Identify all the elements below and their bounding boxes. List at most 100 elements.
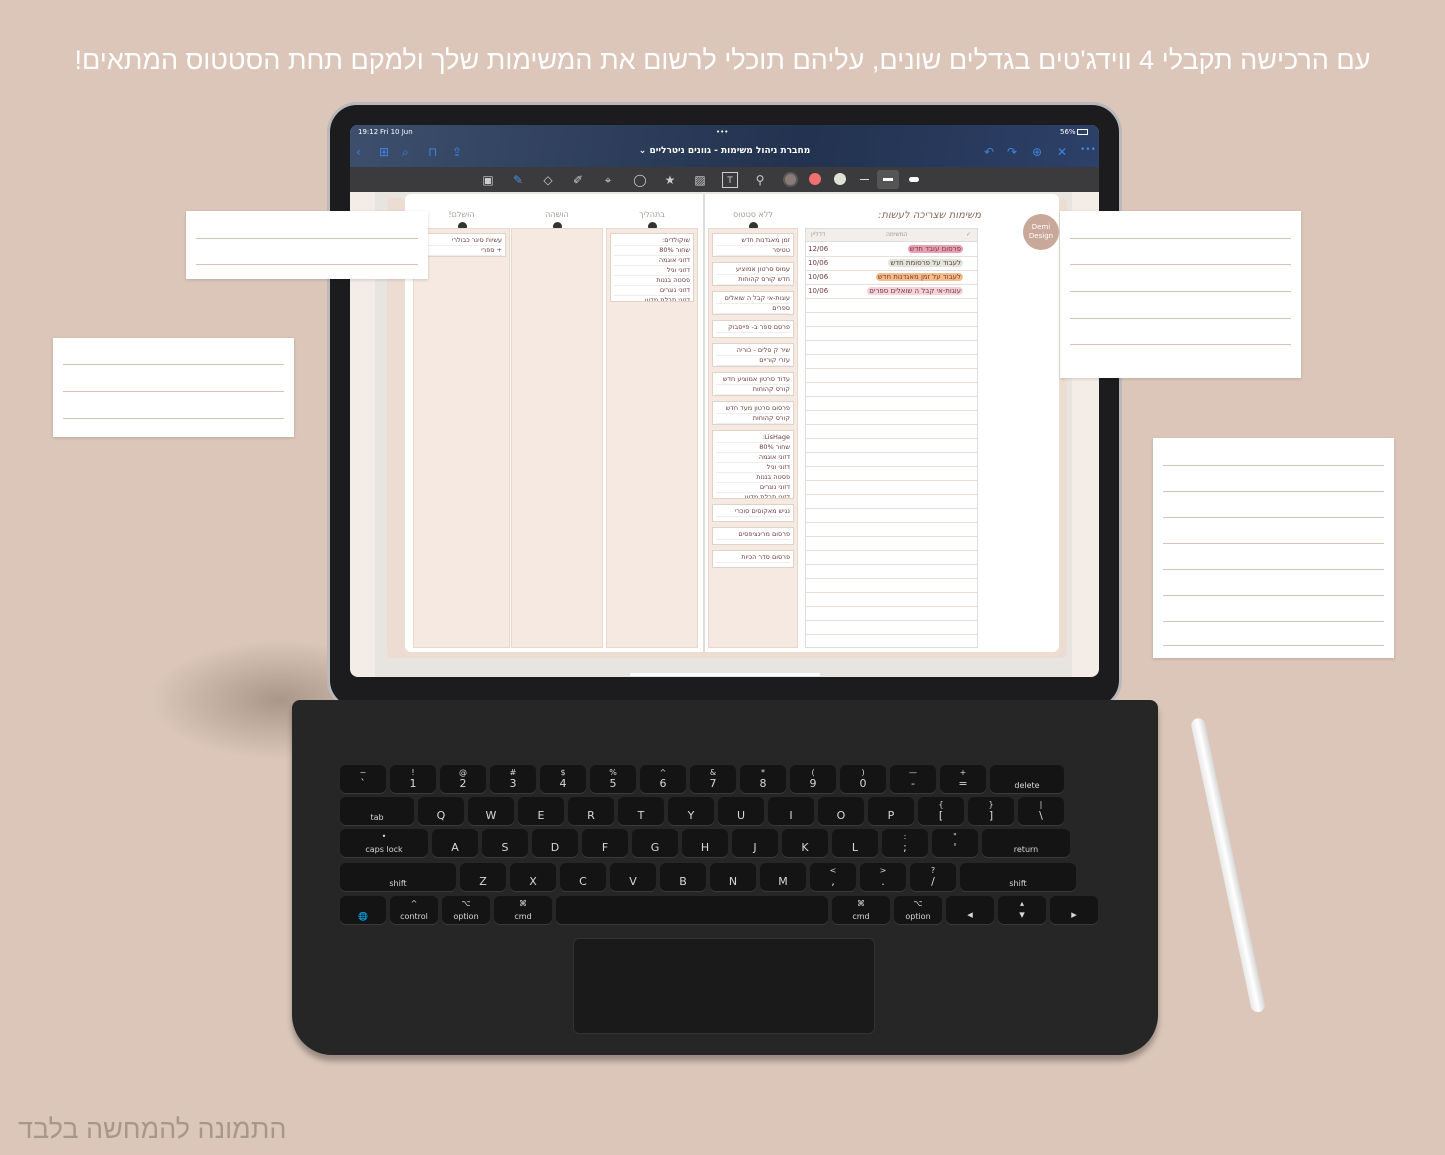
- table-row[interactable]: [806, 621, 977, 635]
- key[interactable]: ! 1: [390, 765, 436, 793]
- multitask-dots[interactable]: •••: [716, 128, 728, 136]
- key[interactable]: (9: [790, 765, 836, 793]
- key[interactable]: {[: [918, 797, 964, 825]
- key[interactable]: T: [618, 797, 664, 825]
- table-row[interactable]: [806, 607, 977, 621]
- key[interactable]: <,: [810, 863, 856, 891]
- image-icon[interactable]: ▨: [692, 172, 708, 188]
- table-row[interactable]: [806, 439, 977, 453]
- table-row[interactable]: [806, 453, 977, 467]
- key[interactable]: I: [768, 797, 814, 825]
- table-row[interactable]: [806, 369, 977, 383]
- key[interactable]: 🌐: [340, 896, 386, 924]
- eraser-icon[interactable]: ◇: [540, 172, 556, 188]
- widget-small[interactable]: [186, 211, 428, 279]
- key[interactable]: @2: [440, 765, 486, 793]
- key[interactable]: #3: [490, 765, 536, 793]
- key[interactable]: + =: [940, 765, 986, 793]
- lasso-icon[interactable]: ◯: [632, 172, 648, 188]
- key[interactable]: ▸: [1050, 896, 1098, 924]
- sticker-icon[interactable]: ★: [662, 172, 678, 188]
- key[interactable]: Q: [418, 797, 464, 825]
- key[interactable]: shift: [960, 863, 1076, 891]
- key[interactable]: $4: [540, 765, 586, 793]
- key[interactable]: :;: [882, 829, 928, 857]
- key[interactable]: tab: [340, 797, 414, 825]
- table-row[interactable]: לעבוד על פרסומת חדש 10/06: [806, 257, 977, 271]
- stroke-thin[interactable]: [860, 179, 869, 180]
- table-row[interactable]: [806, 509, 977, 523]
- key[interactable]: M: [760, 863, 806, 891]
- key[interactable]: L: [832, 829, 878, 857]
- key[interactable]: }]: [968, 797, 1014, 825]
- text-icon[interactable]: T: [722, 172, 738, 188]
- task-card[interactable]: פרסום סרטון מעד חדש קורס קהוחות: [712, 401, 794, 425]
- key[interactable]: Z: [460, 863, 506, 891]
- key[interactable]: % 5: [590, 765, 636, 793]
- key[interactable]: R: [568, 797, 614, 825]
- key[interactable]: E: [518, 797, 564, 825]
- key[interactable]: ^ 6: [640, 765, 686, 793]
- key[interactable]: G: [632, 829, 678, 857]
- task-card[interactable]: פרסם ספר ב- פייסבוק: [712, 320, 794, 338]
- key[interactable]: shift: [340, 863, 456, 891]
- color-swatch-1[interactable]: [783, 172, 798, 187]
- table-row[interactable]: [806, 425, 977, 439]
- key[interactable]: C: [560, 863, 606, 891]
- task-card[interactable]: שיר ק סלים - כוריה עזרי קוריים: [712, 343, 794, 367]
- table-row[interactable]: [806, 355, 977, 369]
- task-card[interactable]: עוגות-אי קבל ה שואלים ספרים: [712, 291, 794, 315]
- task-card[interactable]: זמן מאגדנות חדש טטיפר: [712, 233, 794, 257]
- key[interactable]: | \: [1018, 797, 1064, 825]
- key[interactable]: ⌘ cmd: [832, 896, 890, 924]
- pen-icon[interactable]: ✎: [510, 172, 526, 188]
- key[interactable]: ⌘ cmd: [494, 896, 552, 924]
- read-mode-icon[interactable]: ▣: [480, 172, 496, 188]
- highlighter-icon[interactable]: ✐: [570, 172, 586, 188]
- table-row[interactable]: [806, 411, 977, 425]
- key[interactable]: & 7: [690, 765, 736, 793]
- key[interactable]: H: [682, 829, 728, 857]
- key[interactable]: P: [868, 797, 914, 825]
- task-card[interactable]: שוקולדים: שחור 80% דזוני אוגמה דזוני וניל פס…: [610, 233, 694, 302]
- table-row[interactable]: [806, 523, 977, 537]
- task-card[interactable]: LisHage: שחור 80% דזוני אוגמה דזוני וניל פסט…: [712, 430, 794, 499]
- trackpad[interactable]: [573, 938, 875, 1034]
- key[interactable]: delete: [990, 765, 1064, 793]
- key[interactable]: W: [468, 797, 514, 825]
- table-row[interactable]: [806, 579, 977, 593]
- key[interactable]: ▴ ▾: [998, 896, 1046, 924]
- color-swatch-3[interactable]: [834, 173, 846, 185]
- key[interactable]: Y: [668, 797, 714, 825]
- key[interactable]: ◂: [946, 896, 994, 924]
- key[interactable]: O: [818, 797, 864, 825]
- table-row[interactable]: [806, 551, 977, 565]
- key[interactable]: " ': [932, 829, 978, 857]
- key[interactable]: F: [582, 829, 628, 857]
- table-row[interactable]: [806, 341, 977, 355]
- stroke-medium[interactable]: [877, 170, 899, 189]
- task-card[interactable]: עשיות סיגר כבולרי + ספרי: [417, 233, 506, 257]
- key[interactable]: A: [432, 829, 478, 857]
- key[interactable]: ^ control: [390, 896, 438, 924]
- key[interactable]: — -: [890, 765, 936, 793]
- key[interactable]: D: [532, 829, 578, 857]
- key[interactable]: S: [482, 829, 528, 857]
- table-row[interactable]: [806, 299, 977, 313]
- table-row[interactable]: [806, 467, 977, 481]
- table-row[interactable]: [806, 383, 977, 397]
- table-row[interactable]: [806, 481, 977, 495]
- key[interactable]: >.: [860, 863, 906, 891]
- key[interactable]: V: [610, 863, 656, 891]
- task-card[interactable]: פרסום סדר הכיות: [712, 550, 794, 568]
- key[interactable]: * 8: [740, 765, 786, 793]
- task-card[interactable]: עמוס סרטון אמוציע חדש קורס קהוחות: [712, 262, 794, 286]
- key[interactable]: X: [510, 863, 556, 891]
- key[interactable]: [556, 896, 828, 924]
- key[interactable]: N: [710, 863, 756, 891]
- key[interactable]: ⌥ option: [894, 896, 942, 924]
- laser-pointer-icon[interactable]: ⚲: [752, 172, 768, 188]
- shapes-icon[interactable]: ⌖: [600, 172, 616, 188]
- table-row[interactable]: עוגות-אי קבל ה שואלים ספרים 10/06: [806, 285, 977, 299]
- document-title[interactable]: מחברת ניהול משימות - גוונים ניטרליים ⌄: [350, 146, 1099, 156]
